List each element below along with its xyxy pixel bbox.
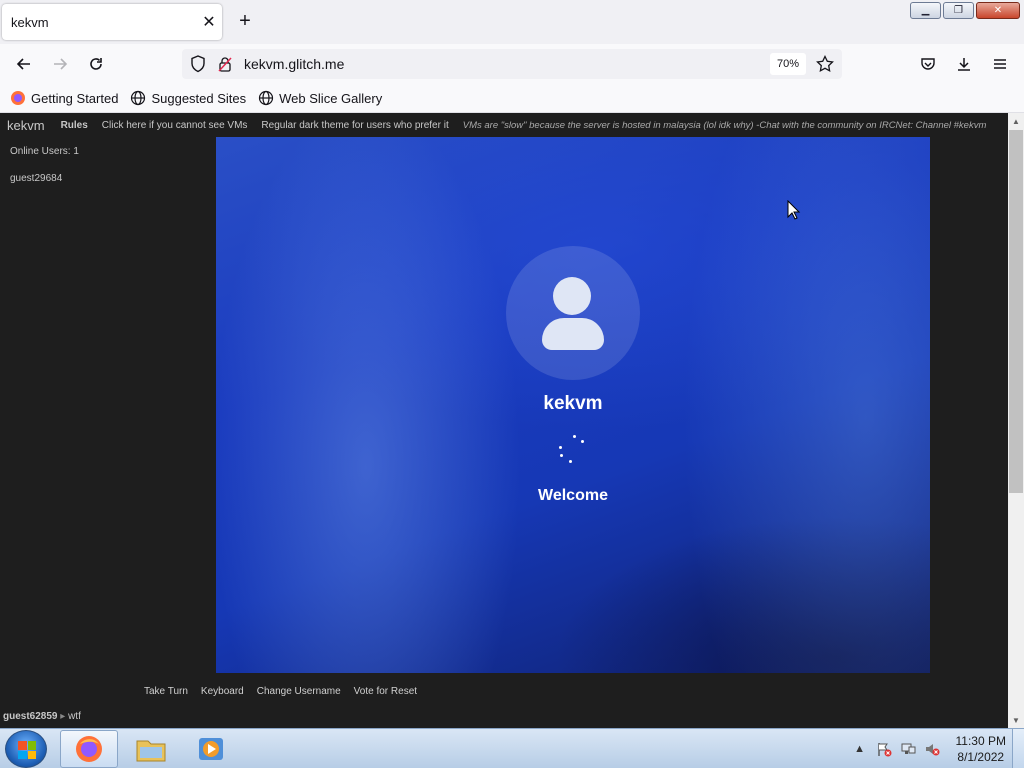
vm-login-username: kekvm (543, 393, 603, 414)
bookmark-label: Suggested Sites (151, 90, 247, 106)
chat-text: wtf (68, 711, 81, 722)
close-window-button[interactable]: ✕ (976, 2, 1020, 19)
bookmark-star-icon[interactable] (816, 54, 834, 78)
folder-icon (136, 740, 166, 762)
clock-date: 8/1/2022 (957, 750, 1005, 764)
forward-arrow-icon[interactable] (48, 52, 72, 76)
bookmarks-toolbar: Getting Started Suggested Sites Web Slic… (0, 84, 1024, 113)
user-list-item[interactable]: guest29684 (10, 173, 62, 184)
address-bar[interactable]: kekvm.glitch.me 70% (182, 49, 842, 79)
show-desktop-button[interactable] (1012, 729, 1024, 768)
keyboard-button[interactable]: Keyboard (201, 686, 244, 697)
tab-strip: kekvm ✕ + ▁ ❐ ✕ (0, 0, 1024, 44)
start-button[interactable] (5, 730, 47, 768)
taskbar-explorer[interactable] (122, 730, 180, 768)
system-clock[interactable]: 11:30 PM 8/1/2022 (956, 733, 1006, 765)
vote-reset-button[interactable]: Vote for Reset (354, 686, 417, 697)
back-arrow-icon[interactable] (12, 52, 36, 76)
chat-separator: ▸ (60, 711, 66, 722)
vm-controls: Take Turn Keyboard Change Username Vote … (144, 686, 417, 697)
bookmark-getting-started[interactable]: Getting Started (10, 90, 118, 106)
bookmark-suggested-sites[interactable]: Suggested Sites (130, 90, 246, 106)
browser-tab[interactable]: kekvm ✕ (2, 4, 222, 40)
download-icon[interactable] (952, 52, 976, 76)
zoom-level-badge[interactable]: 70% (770, 53, 806, 75)
avatar-head (553, 277, 591, 315)
avatar-body (542, 318, 604, 350)
clock-time: 11:30 PM (955, 734, 1006, 748)
url-text: kekvm.glitch.me (244, 56, 345, 72)
firefox-icon (76, 736, 102, 762)
taskbar-media-player[interactable] (182, 730, 240, 768)
windows-taskbar: ▲ 11:30 PM 8/1/2022 (0, 728, 1024, 768)
insecure-lock-icon[interactable] (218, 56, 232, 77)
bookmark-web-slice-gallery[interactable]: Web Slice Gallery (258, 90, 382, 106)
volume-muted-icon[interactable] (924, 741, 940, 757)
site-top-nav: kekvm Rules Click here if you cannot see… (0, 113, 1008, 138)
scroll-up-arrow-icon[interactable]: ▲ (1008, 113, 1024, 129)
chat-message: guest62859 ▸ wtf (3, 711, 81, 722)
chat-username: guest62859 (3, 711, 58, 722)
server-notice: VMs are "slow" because the server is hos… (462, 120, 987, 131)
tab-close-icon[interactable]: ✕ (196, 9, 222, 35)
restore-button[interactable]: ❐ (943, 2, 974, 19)
rules-link[interactable]: Rules (61, 120, 88, 131)
navigation-toolbar: kekvm.glitch.me 70% (0, 44, 1024, 84)
pocket-icon[interactable] (916, 52, 940, 76)
mouse-cursor-icon (787, 200, 801, 220)
firefox-icon (10, 90, 26, 106)
shield-icon[interactable] (190, 55, 206, 78)
system-tray: ▲ 11:30 PM 8/1/2022 (852, 729, 1006, 768)
bookmark-label: Getting Started (31, 90, 119, 106)
menu-icon[interactable] (988, 52, 1012, 76)
reload-icon[interactable] (84, 52, 108, 76)
scroll-down-arrow-icon[interactable]: ▼ (1008, 712, 1024, 728)
action-center-flag-icon[interactable] (876, 741, 892, 757)
tab-title: kekvm (11, 14, 49, 30)
page-scrollbar[interactable]: ▲ ▼ (1008, 113, 1024, 728)
page-content: kekvm Rules Click here if you cannot see… (0, 113, 1008, 728)
vm-welcome-text: Welcome (538, 487, 608, 504)
change-username-button[interactable]: Change Username (257, 686, 341, 697)
vm-display[interactable]: kekvm Welcome (216, 137, 930, 673)
taskbar-firefox[interactable] (60, 730, 118, 768)
loading-spinner-icon (556, 435, 588, 467)
minimize-button[interactable]: ▁ (910, 2, 941, 19)
take-turn-button[interactable]: Take Turn (144, 686, 188, 697)
windows-logo-icon (18, 741, 36, 759)
new-tab-icon[interactable]: + (234, 10, 256, 32)
tray-expand-icon[interactable]: ▲ (852, 741, 868, 757)
cannot-see-vms-link[interactable]: Click here if you cannot see VMs (102, 120, 248, 131)
globe-icon (258, 90, 274, 106)
site-brand[interactable]: kekvm (7, 118, 45, 133)
network-icon[interactable] (900, 741, 916, 757)
online-users-count: Online Users: 1 (10, 146, 79, 157)
user-avatar (506, 246, 640, 380)
globe-icon (130, 90, 146, 106)
dark-theme-link[interactable]: Regular dark theme for users who prefer … (261, 120, 448, 131)
media-player-icon (199, 738, 223, 760)
window-controls: ▁ ❐ ✕ (910, 2, 1020, 19)
scrollbar-thumb[interactable] (1009, 130, 1023, 493)
bookmark-label: Web Slice Gallery (279, 90, 383, 106)
